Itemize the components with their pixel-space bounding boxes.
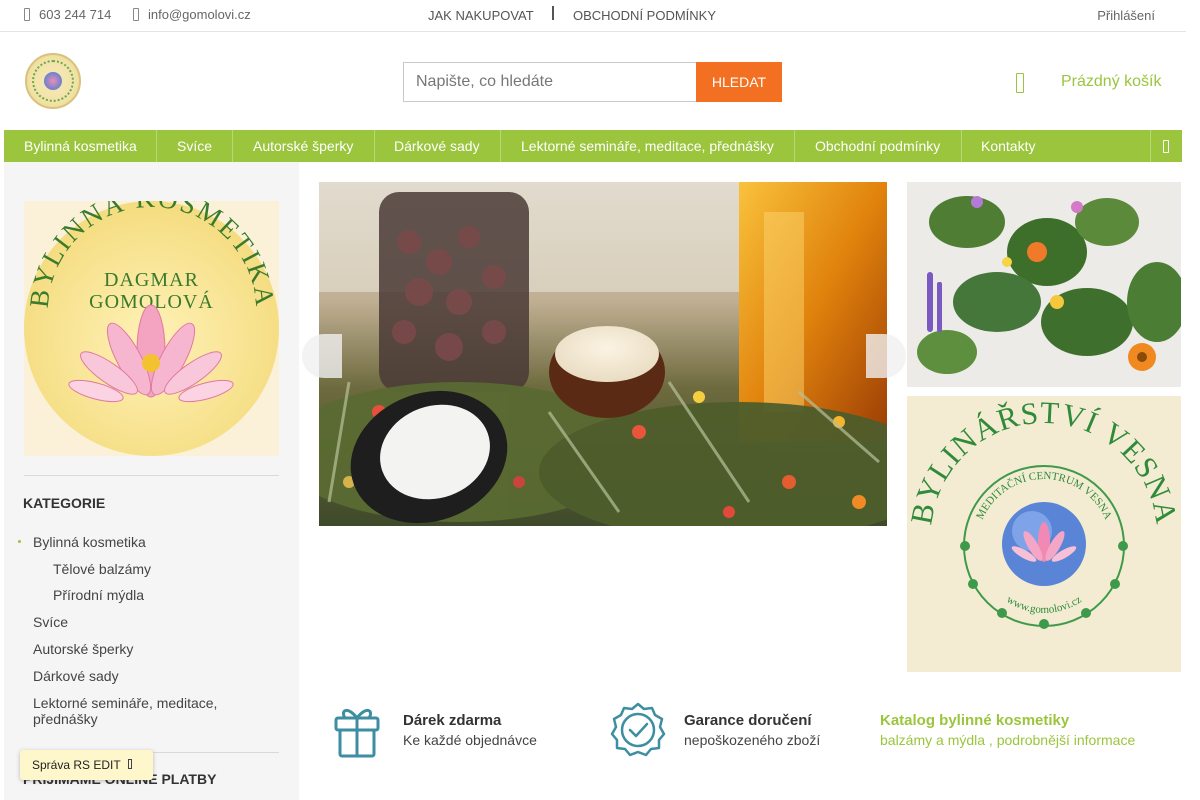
- menu-divider: [156, 130, 157, 162]
- category-heading: KATEGORIE: [23, 495, 106, 511]
- menu-divider: [500, 130, 501, 162]
- menu-more-button[interactable]: [1150, 130, 1182, 162]
- benefit-free-gift-subtitle: Ke každé objednávce: [403, 732, 537, 748]
- sidebar: BYLINNÁ KOSMETIKA DAGMAR GOMOLOVÁ KATEGO…: [4, 162, 299, 800]
- herbs-photo: [907, 182, 1181, 387]
- search-input[interactable]: Napište, co hledáte: [403, 62, 697, 102]
- slider-prev-button[interactable]: [302, 334, 342, 378]
- menu-more-icon: [1163, 140, 1169, 153]
- badge-check-icon: [610, 702, 666, 757]
- category-gift-sets[interactable]: Dárkové sady: [33, 668, 119, 684]
- gift-icon: [334, 709, 380, 758]
- benefit-delivery-subtitle: nepoškozeného zboží: [684, 732, 821, 748]
- search-button[interactable]: HLEDAT: [696, 62, 782, 102]
- catalog-subtitle[interactable]: balzámy a mýdla , podrobnější informace: [880, 732, 1135, 748]
- email-contact[interactable]: info@gomolovi.cz: [133, 7, 251, 22]
- admin-edit-button[interactable]: Správa RS EDIT: [20, 750, 153, 780]
- email-address: info@gomolovi.cz: [148, 7, 251, 22]
- cart-icon[interactable]: [1016, 73, 1024, 93]
- active-category-bullet: [18, 540, 21, 543]
- menu-divider: [374, 130, 375, 162]
- lotus-logo-icon[interactable]: [25, 53, 81, 109]
- main-menu: Bylinná kosmetika Svíce Autorské šperky …: [4, 130, 1182, 162]
- menu-item-seminars[interactable]: Lektorné semináře, meditace, přednášky: [521, 130, 774, 162]
- herbs-photo-banner[interactable]: [907, 182, 1181, 387]
- category-natural-soaps[interactable]: Přírodní mýdla: [53, 587, 144, 603]
- menu-item-candles[interactable]: Svíce: [177, 130, 212, 162]
- benefit-free-gift-title: Dárek zdarma: [403, 712, 502, 729]
- cart-label[interactable]: Prázdný košík: [1061, 73, 1161, 91]
- cosmetics-logo-banner[interactable]: BYLINNÁ KOSMETIKA DAGMAR GOMOLOVÁ: [24, 201, 279, 456]
- catalog-title[interactable]: Katalog bylinné kosmetiky: [880, 712, 1069, 729]
- nav-separator: [552, 6, 554, 20]
- link-how-to-buy[interactable]: JAK NAKUPOVAT: [428, 8, 534, 23]
- category-seminars[interactable]: Lektorné semináře, meditace, přednášky: [33, 695, 253, 727]
- menu-item-jewelry[interactable]: Autorské šperky: [253, 130, 353, 162]
- menu-divider: [232, 130, 233, 162]
- menu-divider: [794, 130, 795, 162]
- lotus-flower-icon: [68, 304, 234, 403]
- category-body-balms[interactable]: Tělové balzámy: [53, 561, 151, 577]
- phone-number: 603 244 714: [39, 7, 112, 22]
- slider-next-button[interactable]: [866, 334, 906, 378]
- menu-item-contacts[interactable]: Kontakty: [981, 130, 1035, 162]
- phone-icon: [24, 8, 30, 21]
- top-bar: 603 244 714 info@gomolovi.cz JAK NAKUPOV…: [0, 0, 1186, 32]
- category-candles[interactable]: Svíce: [33, 614, 68, 630]
- menu-item-terms[interactable]: Obchodní podmínky: [815, 130, 940, 162]
- menu-item-gift-sets[interactable]: Dárkové sady: [394, 130, 480, 162]
- admin-edit-label: Správa RS EDIT: [32, 758, 121, 772]
- benefit-delivery-title: Garance doručení: [684, 712, 812, 729]
- sidebar-divider: [24, 475, 279, 476]
- category-herbal-cosmetics[interactable]: Bylinná kosmetika: [33, 534, 146, 550]
- logo-core: [44, 72, 62, 90]
- admin-caret-icon: [128, 759, 132, 769]
- link-terms[interactable]: OBCHODNÍ PODMÍNKY: [573, 8, 716, 23]
- hero-slider[interactable]: [319, 182, 887, 526]
- phone-contact[interactable]: 603 244 714: [24, 7, 111, 22]
- category-jewelry[interactable]: Autorské šperky: [33, 641, 133, 657]
- login-link[interactable]: Přihlášení: [1097, 8, 1155, 23]
- hero-image-herbs: [319, 182, 887, 526]
- vesna-logo-banner[interactable]: BYLINÁŘSTVÍ VESNA MEDITAČNÍ CENTRUM VESN…: [907, 396, 1181, 672]
- email-icon: [133, 8, 139, 21]
- vesna-logo: BYLINÁŘSTVÍ VESNA MEDITAČNÍ CENTRUM VESN…: [907, 396, 1181, 672]
- menu-item-herbal-cosmetics[interactable]: Bylinná kosmetika: [24, 130, 137, 162]
- menu-divider: [961, 130, 962, 162]
